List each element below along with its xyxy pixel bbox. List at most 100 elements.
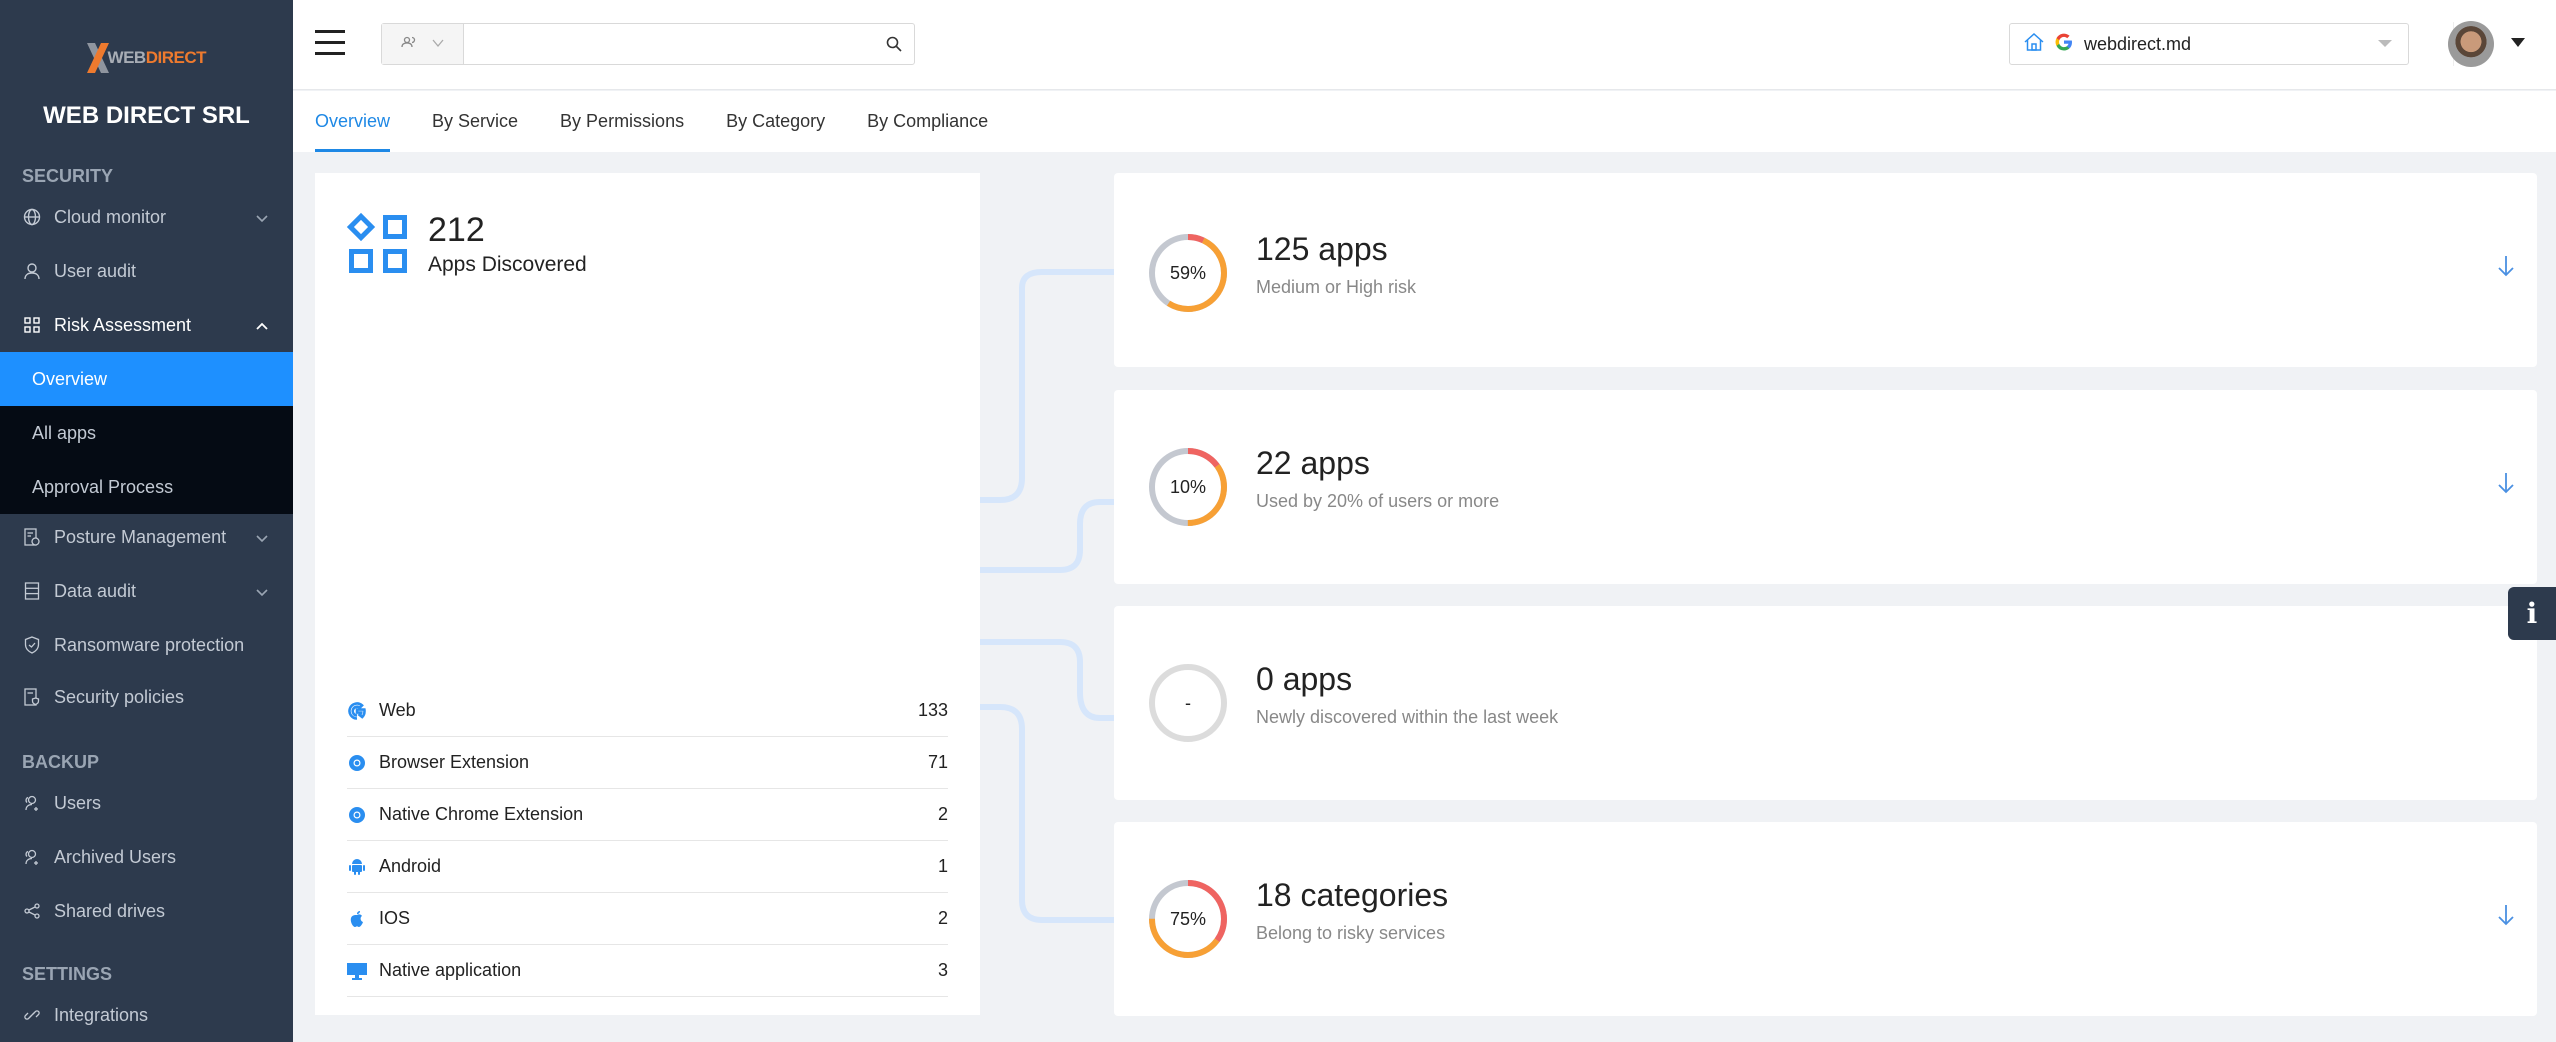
tab-by-category[interactable]: By Category (726, 91, 825, 152)
card-subtitle: Newly discovered within the last week (1256, 707, 1559, 727)
sidebar-subitem-overview[interactable]: Overview (0, 352, 293, 406)
risk-card[interactable]: - 0 apps Newly discovered within the las… (1114, 606, 2537, 800)
arrow-down-icon[interactable] (2497, 904, 2515, 931)
link-icon (22, 1005, 42, 1025)
users-icon (400, 35, 417, 53)
hamburger-menu-icon[interactable] (315, 30, 345, 56)
user-icon (22, 261, 42, 281)
search-input[interactable] (464, 24, 874, 64)
sidebar-item-ransomware-protection[interactable]: Ransomware protection (0, 618, 293, 672)
section-security: SECURITY (22, 166, 114, 186)
sidebar-item-integrations[interactable]: Integrations (0, 988, 293, 1042)
sidebar-item-risk-assessment[interactable]: Risk Assessment (0, 298, 293, 352)
platform-label: IOS (379, 908, 411, 928)
sidebar-subitem-approval-process[interactable]: Approval Process (0, 460, 293, 514)
sidebar-item-label: Risk Assessment (54, 314, 192, 335)
chevron-up-icon (255, 315, 269, 336)
tab-by-compliance[interactable]: By Compliance (867, 91, 988, 152)
platform-count: 1 (937, 856, 948, 876)
platform-row[interactable]: Web 133 (347, 685, 948, 737)
sidebar-item-label: Cloud monitor (54, 206, 167, 227)
section-settings: SETTINGS (22, 964, 113, 984)
android-icon (347, 857, 367, 877)
sidebar-item-user-audit[interactable]: User audit (0, 244, 293, 298)
platform-count: 71 (927, 752, 948, 772)
policy-icon (22, 687, 42, 707)
apple-icon (347, 909, 367, 929)
tab-by-permissions[interactable]: By Permissions (560, 91, 684, 152)
shield-check-icon (22, 635, 42, 655)
tab-overview[interactable]: Overview (315, 91, 391, 152)
tab-by-service[interactable]: By Service (432, 91, 518, 152)
platform-count: 2 (937, 908, 948, 928)
risk-card[interactable]: 75% 18 categories Belong to risky servic… (1114, 822, 2537, 1016)
search-icon[interactable] (874, 24, 914, 64)
dropdown-caret-icon (2378, 40, 2392, 47)
desktop-icon (347, 961, 367, 981)
archived-users-icon (22, 847, 42, 867)
card-title: 18 categories (1256, 877, 1449, 913)
chevron-down-icon (255, 581, 269, 602)
domain-selector[interactable]: webdirect.md (2009, 23, 2409, 65)
sidebar-subitem-all-apps[interactable]: All apps (0, 406, 293, 460)
donut-percent: 10% (1169, 477, 1207, 497)
arrow-down-icon[interactable] (2497, 472, 2515, 499)
chrome-icon (347, 805, 367, 825)
donut-percent: 59% (1169, 263, 1207, 283)
sidebar: WEBDIRECT WEB DIRECT SRL SECURITY Cloud … (0, 0, 293, 1042)
database-icon (22, 581, 42, 601)
platform-label: Web (379, 700, 416, 720)
sidebar-item-archived-users[interactable]: Archived Users (0, 830, 293, 884)
sidebar-item-shared-drives[interactable]: Shared drives (0, 884, 293, 938)
card-title: 22 apps (1256, 445, 1370, 481)
platform-count: 3 (937, 960, 948, 980)
apps-discovered-card: 212 Apps Discovered Web 133 Browser Exte… (315, 173, 980, 1015)
info-button[interactable]: i (2508, 587, 2556, 640)
avatar[interactable] (2448, 21, 2494, 67)
sidebar-item-label: Archived Users (54, 846, 177, 867)
card-title: 0 apps (1256, 661, 1353, 697)
sidebar-item-label: Data audit (54, 580, 137, 601)
search-scope-dropdown[interactable] (382, 24, 464, 64)
section-backup: BACKUP (22, 752, 100, 772)
donut-chart: - (1148, 663, 1228, 743)
card-subtitle: Used by 20% of users or more (1256, 491, 1500, 511)
sidebar-item-label: Users (54, 792, 102, 813)
chrome-icon (347, 753, 367, 773)
platform-row[interactable]: Native application 3 (347, 945, 948, 997)
sidebar-item-label: Security policies (54, 686, 185, 707)
profile-caret-icon[interactable] (2511, 38, 2525, 47)
apps-count-label: Apps Discovered (428, 253, 587, 276)
org-name: WEB DIRECT SRL (43, 102, 250, 129)
donut-chart: 75% (1148, 879, 1228, 959)
sidebar-item-data-audit[interactable]: Data audit (0, 564, 293, 618)
logo-text-accent: DIRECT (145, 48, 207, 67)
sidebar-item-security-policies[interactable]: Security policies (0, 670, 293, 724)
sidebar-item-users[interactable]: Users (0, 776, 293, 830)
platform-row[interactable]: Native Chrome Extension 2 (347, 789, 948, 841)
arrow-down-icon[interactable] (2497, 255, 2515, 282)
risk-card[interactable]: 59% 125 apps Medium or High risk (1114, 173, 2537, 367)
platform-label: Browser Extension (379, 752, 530, 772)
globe-icon (22, 207, 42, 227)
sidebar-item-posture-management[interactable]: Posture Management (0, 510, 293, 564)
donut-chart: 59% (1148, 233, 1228, 313)
platform-label: Native Chrome Extension (379, 804, 584, 824)
document-check-icon (22, 527, 42, 547)
platform-row[interactable]: IOS 2 (347, 893, 948, 945)
sidebar-item-cloud-monitor[interactable]: Cloud monitor (0, 190, 293, 244)
top-header: webdirect.md (293, 0, 2556, 90)
google-icon (2054, 32, 2074, 57)
grid-icon (22, 315, 42, 335)
logo-text: WEB (107, 48, 147, 67)
users-icon (22, 793, 42, 813)
sidebar-item-label: Ransomware protection (54, 634, 245, 655)
platform-row[interactable]: Browser Extension 71 (347, 737, 948, 789)
sidebar-item-label: Shared drives (54, 900, 166, 921)
home-icon (2024, 32, 2044, 56)
google-icon (347, 701, 367, 721)
platform-row[interactable]: Android 1 (347, 841, 948, 893)
risk-card[interactable]: 10% 22 apps Used by 20% of users or more (1114, 390, 2537, 584)
share-icon (22, 901, 42, 921)
search-bar (381, 23, 915, 65)
